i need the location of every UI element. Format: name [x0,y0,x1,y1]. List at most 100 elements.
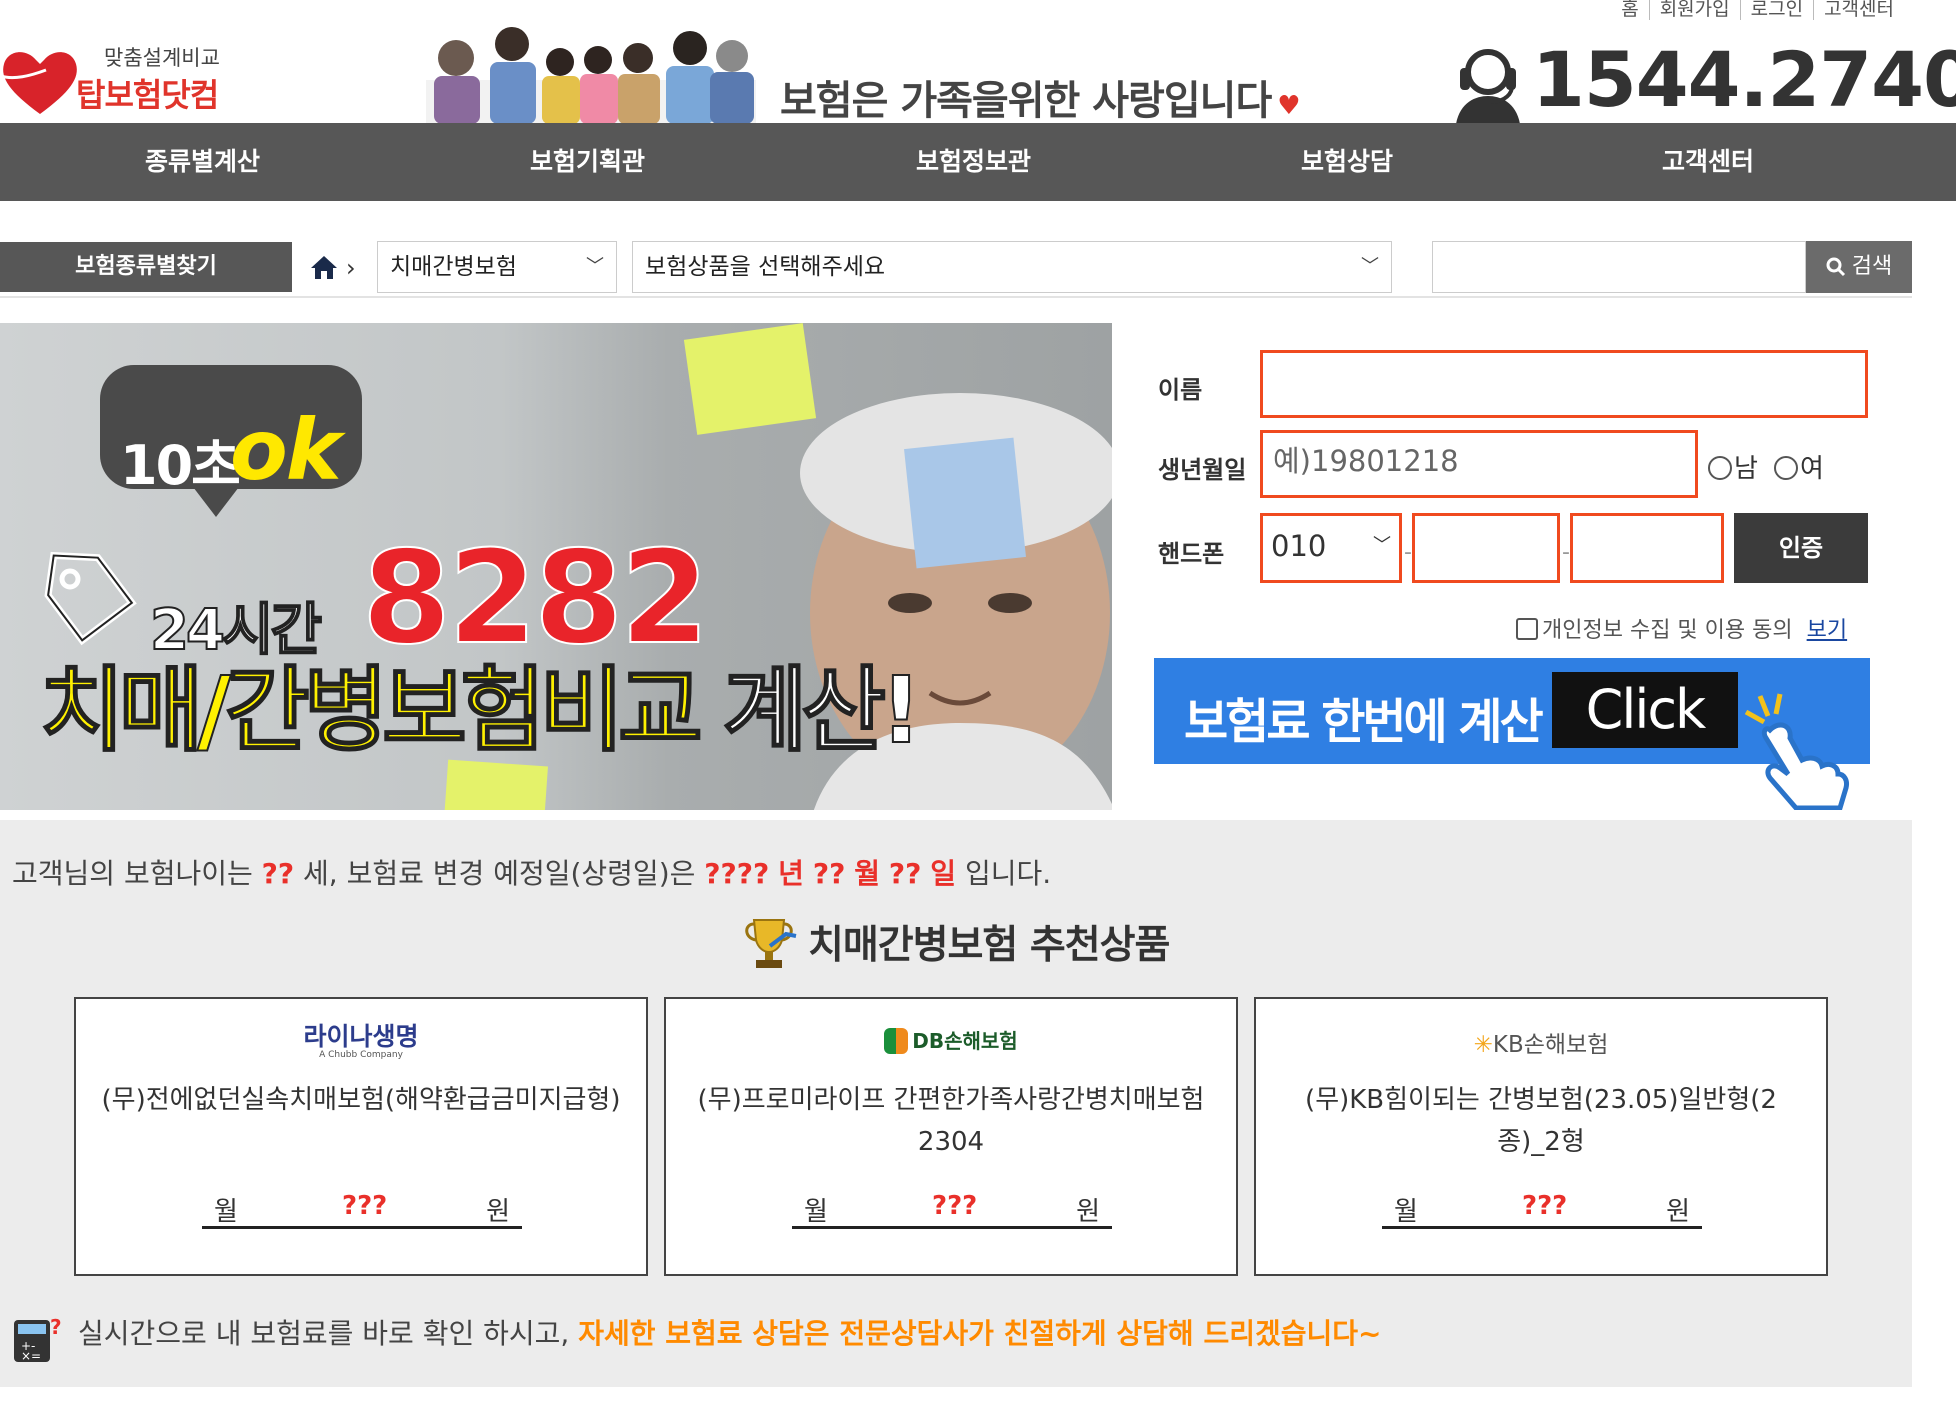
nav-item-planning[interactable]: 보험기획관 [530,123,645,201]
nav-item-info[interactable]: 보험정보관 [916,123,1031,201]
privacy-agree: 개인정보 수집 및 이용 동의 보기 [1516,612,1847,644]
product-price: 월 ??? 원 [1382,1191,1702,1229]
change-day: ?? [888,857,922,890]
insurance-type-select[interactable]: 치매간병보험 ﹀ [377,241,617,293]
product-name: (무)전에없던실속치매보험(해약환급금미지급형) [101,1085,621,1115]
search-input[interactable] [1432,241,1806,293]
phone-number: 1544.2740 [1532,35,1956,124]
price-value: ??? [1522,1191,1568,1221]
price-month: 월 [804,1197,828,1227]
small-heart-icon: ♥ [1277,91,1300,121]
db-logo-icon [884,1028,897,1054]
gender-male-label: 남 [1734,454,1758,484]
bottom-note: 실시간으로 내 보험료를 바로 확인 하시고, 자세한 보험료 상담은 전문상담… [12,1312,1381,1352]
phone-last-input[interactable] [1570,513,1724,583]
nav-item-calc[interactable]: 종류별계산 [145,123,260,201]
db-logo: DB손해보험 [666,1025,1236,1071]
company-name: DB손해보험 [912,1029,1018,1053]
page: 홈 회원가입 로그인 고객센터 맞춤설계비교 탑보험닷컴 보험은 가족을위한 사랑입니… [0,0,1956,1402]
name-label: 이름 [1158,376,1203,404]
logo-subtitle: 맞춤설계비교 [104,46,220,70]
phone-prefix-select[interactable]: 010 ﹀ [1260,513,1402,583]
age-value: ?? [261,857,295,890]
nav-item-support[interactable]: 고객센터 [1662,123,1754,201]
calculate-button-label: 보험료 한번에 계산 [1184,694,1544,750]
product-card[interactable]: ✳KB손해보험 (무)KB힘이되는 간병보험(23.05)일반형(2종)_2형 … [1254,997,1828,1276]
banner-title-white: 계산! [722,657,923,764]
chevron-down-icon: ﹀ [586,256,604,277]
trophy-icon [745,919,797,968]
product-card[interactable]: DB손해보험 (무)프로미라이프 간편한가족사랑간병치매보험2304 월 ???… [664,997,1238,1276]
age-mid: 세, 보험료 변경 예정일(상령일)은 [303,857,696,890]
nav-item-consult[interactable]: 보험상담 [1301,123,1393,201]
change-year-unit: 년 [778,857,804,890]
price-tag-icon [44,551,137,646]
product-card[interactable]: 라이나생명 A Chubb Company (무)전에없던실속치매보험(해약환급금… [74,997,648,1276]
price-month: 월 [1394,1197,1418,1227]
age-suffix: 입니다. [964,857,1052,890]
gender-female-radio[interactable]: 여 [1774,448,1824,485]
price-unit: 원 [486,1197,510,1227]
pointing-hand-icon [1744,693,1849,810]
product-price: 월 ??? 원 [792,1191,1112,1229]
util-support-link[interactable]: 고객센터 [1814,0,1894,20]
util-login-link[interactable]: 로그인 [1740,0,1815,20]
banner-title: 치매/간병보험비교 계산! [39,664,923,758]
privacy-view-link[interactable]: 보기 [1807,618,1847,643]
product-name: (무)KB힘이되는 간병보험(23.05)일반형(2종)_2형 [1305,1085,1777,1157]
price-month: 월 [214,1197,238,1227]
heart-logo-icon [0,52,77,114]
site-logo[interactable]: 맞춤설계비교 탑보험닷컴 [0,38,240,118]
insurance-type-value: 치매간병보험 [390,254,517,280]
phone-dash: - [1562,540,1570,565]
product-select[interactable]: 보험상품을 선택해주세요 ﹀ [632,241,1392,293]
change-month-unit: 월 [854,857,880,890]
phone-prefix-value: 010 [1271,529,1327,563]
utility-links: 홈 회원가입 로그인 고객센터 [1611,0,1894,21]
banner-hours: 24시간 [149,597,323,664]
banner-time: 10초 [120,434,241,497]
name-input[interactable] [1260,350,1868,418]
insurance-age-line: 고객님의 보험나이는 ?? 세, 보험료 변경 예정일(상령일)은 ???? 년… [12,852,1051,892]
breadcrumb-chevron-icon: › [346,254,356,282]
company-sub: A Chubb Company [319,1050,403,1060]
sticky-note [683,323,817,435]
age-prefix: 고객님의 보험나이는 [12,857,253,890]
banner-title-yellow: 치매/간병보험비교 [39,657,704,764]
product-price: 월 ??? 원 [202,1191,522,1229]
search-button[interactable]: 검색 [1806,241,1912,293]
price-unit: 원 [1076,1197,1100,1227]
headset-icon [1456,49,1520,124]
chevron-down-icon: ﹀ [1361,256,1379,277]
search-icon [1826,257,1845,277]
sticky-note [444,759,548,810]
product-name: (무)프로미라이프 간편한가족사랑간병치매보험2304 [697,1085,1205,1157]
price-value: ??? [342,1191,388,1221]
banner-number: 8282 [361,524,710,673]
change-year: ???? [704,857,770,890]
slogan: 보험은 가족을위한 사랑입니다 ♥ [780,68,1301,126]
privacy-agree-label: 개인정보 수집 및 이용 동의 [1542,618,1793,643]
banner-ok: ok [230,401,342,499]
privacy-checkbox[interactable] [1516,618,1538,640]
click-label: Click [1552,672,1738,748]
price-unit: 원 [1666,1197,1690,1227]
birthdate-input[interactable]: 예)19801218 [1260,430,1698,498]
promo-banner[interactable]: 10초 ok 24시간 8282 치매/간병보험비교 계산! [0,323,1112,810]
home-icon[interactable] [310,254,338,280]
kb-star-icon: ✳ [1473,1032,1493,1058]
company-name: KB손해보험 [1492,1032,1609,1058]
product-select-value: 보험상품을 선택해주세요 [645,254,886,280]
phone-label: 핸드폰 [1158,540,1225,568]
util-home-link[interactable]: 홈 [1611,0,1650,20]
chevron-down-icon: ﹀ [1373,535,1391,556]
phone-middle-input[interactable] [1412,513,1560,583]
verify-button[interactable]: 인증 [1734,513,1868,583]
company-name: 라이나생명 [303,1022,419,1051]
gender-male-radio[interactable]: 남 [1708,448,1758,485]
kb-logo: ✳KB손해보험 [1256,1025,1826,1071]
util-signup-link[interactable]: 회원가입 [1649,0,1741,20]
category-find-button[interactable]: 보험종류별찾기 [0,242,292,292]
recommend-title: 치매간병보험 추천상품 [808,923,1170,968]
family-photo [426,27,756,124]
